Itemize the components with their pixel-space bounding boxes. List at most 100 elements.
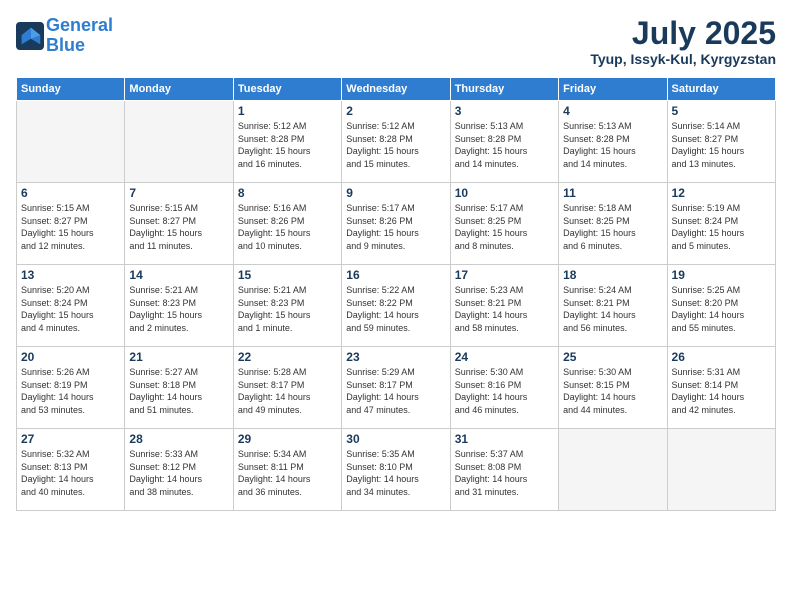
cell-text: Sunrise: 5:13 AM [563,120,662,133]
calendar-cell: 12Sunrise: 5:19 AMSunset: 8:24 PMDayligh… [667,183,775,265]
cell-text: Sunset: 8:28 PM [238,133,337,146]
cell-text: Sunset: 8:26 PM [346,215,445,228]
cell-text: Daylight: 15 hours [21,309,120,322]
day-number: 8 [238,186,337,200]
page: General Blue July 2025 Tyup, Issyk-Kul, … [0,0,792,612]
cell-text: Daylight: 14 hours [455,473,554,486]
cell-text: Sunrise: 5:14 AM [672,120,771,133]
cell-text: Daylight: 14 hours [21,473,120,486]
cell-text: Sunset: 8:25 PM [455,215,554,228]
cell-text: and 14 minutes. [563,158,662,171]
day-number: 19 [672,268,771,282]
calendar-cell: 1Sunrise: 5:12 AMSunset: 8:28 PMDaylight… [233,101,341,183]
cell-text: and 49 minutes. [238,404,337,417]
cell-text: Sunset: 8:17 PM [238,379,337,392]
cell-text: Daylight: 14 hours [129,391,228,404]
cell-text: Sunset: 8:18 PM [129,379,228,392]
cell-text: Daylight: 15 hours [455,227,554,240]
cell-text: Sunrise: 5:13 AM [455,120,554,133]
day-number: 28 [129,432,228,446]
cell-text: Sunrise: 5:29 AM [346,366,445,379]
cell-text: Daylight: 14 hours [672,391,771,404]
cell-text: Sunset: 8:19 PM [21,379,120,392]
cell-text: Daylight: 14 hours [563,309,662,322]
cell-text: Sunset: 8:20 PM [672,297,771,310]
cell-text: Sunrise: 5:27 AM [129,366,228,379]
cell-text: and 44 minutes. [563,404,662,417]
day-number: 10 [455,186,554,200]
cell-text: Daylight: 15 hours [346,145,445,158]
day-number: 26 [672,350,771,364]
cell-text: Daylight: 15 hours [563,227,662,240]
day-number: 5 [672,104,771,118]
cell-text: Sunset: 8:10 PM [346,461,445,474]
logo: General Blue [16,16,113,56]
calendar-cell: 11Sunrise: 5:18 AMSunset: 8:25 PMDayligh… [559,183,667,265]
cell-text: Sunrise: 5:17 AM [455,202,554,215]
calendar-week-1: 1Sunrise: 5:12 AMSunset: 8:28 PMDaylight… [17,101,776,183]
day-number: 1 [238,104,337,118]
cell-text: Sunset: 8:24 PM [21,297,120,310]
cell-text: Sunrise: 5:17 AM [346,202,445,215]
cell-text: and 4 minutes. [21,322,120,335]
calendar-cell: 26Sunrise: 5:31 AMSunset: 8:14 PMDayligh… [667,347,775,429]
day-number: 30 [346,432,445,446]
day-number: 20 [21,350,120,364]
cell-text: Sunrise: 5:37 AM [455,448,554,461]
cell-text: and 1 minute. [238,322,337,335]
cell-text: Sunset: 8:16 PM [455,379,554,392]
cell-text: Daylight: 14 hours [346,473,445,486]
cell-text: Daylight: 14 hours [129,473,228,486]
cell-text: and 58 minutes. [455,322,554,335]
calendar-cell: 21 Sunrise: 5:27 AMSunset: 8:18 PMDayligh… [125,347,233,429]
day-number: 4 [563,104,662,118]
calendar-cell: 3 Sunrise: 5:13 AMSunset: 8:28 PMDaylight… [450,101,558,183]
col-monday: Monday [125,78,233,101]
calendar-cell [125,101,233,183]
title-block: July 2025 Tyup, Issyk-Kul, Kyrgyzstan [590,16,776,67]
cell-text: Daylight: 14 hours [455,309,554,322]
cell-text: and 9 minutes. [346,240,445,253]
calendar-week-2: 6Sunrise: 5:15 AMSunset: 8:27 PMDaylight… [17,183,776,265]
day-number: 3 [455,104,554,118]
cell-text: and 59 minutes. [346,322,445,335]
day-number: 24 [455,350,554,364]
day-number: 17 [455,268,554,282]
cell-text: Daylight: 15 hours [672,145,771,158]
logo-icon [16,22,44,50]
calendar-cell: 18Sunrise: 5:24 AMSunset: 8:21 PMDayligh… [559,265,667,347]
calendar-cell: 23Sunrise: 5:29 AMSunset: 8:17 PMDayligh… [342,347,450,429]
calendar-cell: 29Sunrise: 5:34 AMSunset: 8:11 PMDayligh… [233,429,341,511]
cell-text: Sunset: 8:24 PM [672,215,771,228]
day-number: 27 [21,432,120,446]
cell-text: Daylight: 15 hours [238,145,337,158]
day-number: 18 [563,268,662,282]
cell-text: Sunset: 8:23 PM [129,297,228,310]
cell-text: Daylight: 15 hours [563,145,662,158]
day-number: 21 [129,350,228,364]
cell-text: Sunset: 8:26 PM [238,215,337,228]
cell-text: Daylight: 15 hours [455,145,554,158]
calendar-cell [17,101,125,183]
day-number: 22 [238,350,337,364]
cell-text: Sunset: 8:28 PM [455,133,554,146]
location: Tyup, Issyk-Kul, Kyrgyzstan [590,51,776,67]
cell-text: and 31 minutes. [455,486,554,499]
day-number: 31 [455,432,554,446]
cell-text: Sunrise: 5:35 AM [346,448,445,461]
calendar-cell: 14Sunrise: 5:21 AMSunset: 8:23 PMDayligh… [125,265,233,347]
cell-text: Sunset: 8:15 PM [563,379,662,392]
cell-text: and 53 minutes. [21,404,120,417]
cell-text: Sunrise: 5:15 AM [129,202,228,215]
cell-text: Sunset: 8:11 PM [238,461,337,474]
cell-text: Daylight: 14 hours [21,391,120,404]
cell-text: and 34 minutes. [346,486,445,499]
cell-text: Sunrise: 5:32 AM [21,448,120,461]
cell-text: Daylight: 15 hours [672,227,771,240]
calendar-cell: 16Sunrise: 5:22 AMSunset: 8:22 PMDayligh… [342,265,450,347]
day-number: 2 [346,104,445,118]
header: General Blue July 2025 Tyup, Issyk-Kul, … [16,16,776,67]
cell-text: Sunrise: 5:28 AM [238,366,337,379]
cell-text: Sunrise: 5:23 AM [455,284,554,297]
cell-text: and 51 minutes. [129,404,228,417]
